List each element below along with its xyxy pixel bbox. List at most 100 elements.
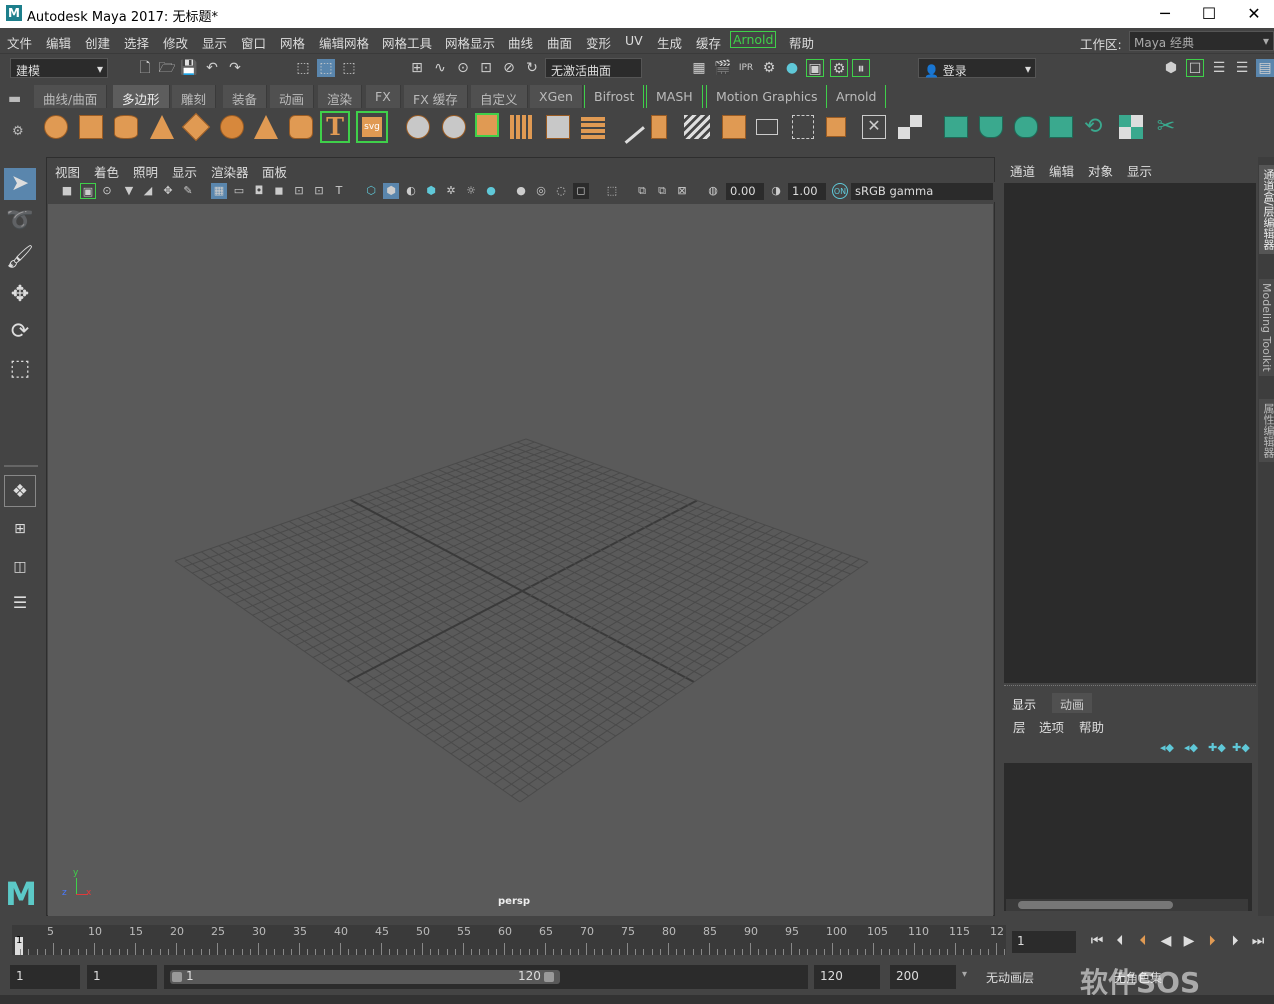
menu-select[interactable]: 选择 (124, 33, 149, 52)
move-tool-icon[interactable]: ✥ (4, 279, 36, 311)
anim-layer-dropdown[interactable]: 无动画层 (980, 965, 1068, 989)
arnold-ipr-icon[interactable]: ⚙ (830, 59, 848, 77)
side-tab-channel-box[interactable]: 通道盒/层编辑器 (1259, 165, 1274, 254)
shelf-tab-rigging[interactable]: 装备 (223, 85, 268, 108)
shelf-tab-fx-cache[interactable]: FX 缓存 (404, 85, 468, 108)
playback-start-field[interactable]: 1 (87, 965, 157, 989)
use-all-lights-icon[interactable]: ✲ (443, 183, 459, 199)
snap-point-icon[interactable]: ⊙ (454, 59, 472, 77)
new-scene-icon[interactable]: 🗋 (136, 59, 154, 77)
separate-icon[interactable] (442, 115, 466, 139)
menu-uv[interactable]: UV (625, 33, 643, 48)
vp-menu-renderer[interactable]: 渲染器 (211, 162, 249, 181)
single-perspective-layout-icon[interactable]: ❖ (4, 475, 36, 507)
workspace-dropdown[interactable]: Maya 经典 ▾ (1129, 31, 1274, 51)
menu-set-dropdown[interactable]: 建模 ▾ (10, 58, 108, 78)
undo-icon[interactable]: ↶ (203, 59, 221, 77)
play-backwards-icon[interactable]: ◀ (1156, 931, 1176, 951)
xray-joints-icon[interactable]: ⧉ (634, 183, 650, 199)
menu-edit-mesh[interactable]: 编辑网格 (319, 33, 369, 52)
uv-planar-icon[interactable] (944, 116, 968, 138)
arnold-render-view-icon[interactable]: ▣ (806, 59, 824, 77)
shelf-menu-icon[interactable]: ▬ (8, 92, 28, 107)
select-tool-icon[interactable]: ➤ (4, 168, 36, 200)
menu-edit[interactable]: 编辑 (46, 33, 71, 52)
splitter-handle[interactable] (1004, 685, 1256, 689)
new-layer-selected-icon[interactable]: ✚◆ (1232, 739, 1250, 757)
safe-action-icon[interactable]: ⊡ (311, 183, 327, 199)
attribute-editor-icon[interactable]: ☰ (1210, 59, 1228, 77)
wireframe-on-shaded-icon[interactable]: ◐ (403, 183, 419, 199)
screen-space-ao-icon[interactable]: ● (483, 183, 499, 199)
layer-hscrollbar[interactable] (1006, 899, 1248, 911)
menu-arnold[interactable]: Arnold (730, 31, 777, 48)
uv-automatic-icon[interactable] (1049, 116, 1073, 138)
uv-checker-icon[interactable] (1119, 115, 1143, 139)
scroll-thumb[interactable] (1018, 901, 1173, 909)
connect-icon[interactable] (792, 115, 814, 139)
poly-pyramid-icon[interactable] (254, 115, 278, 139)
uv-unfold-icon[interactable]: ⟲ (1084, 115, 1108, 139)
tab-display-layers[interactable]: 显示 (1004, 693, 1045, 713)
smooth-icon[interactable] (475, 113, 499, 137)
snap-view-plane-icon[interactable]: ⊡ (477, 59, 495, 77)
view-transform-dropdown[interactable]: sRGB gamma (851, 183, 993, 200)
gate-mask-icon[interactable]: ◼ (271, 183, 287, 199)
paint-select-tool-icon[interactable]: 🖌 (4, 242, 36, 274)
side-tab-modeling-toolkit[interactable]: Modeling Toolkit (1259, 279, 1274, 376)
step-forward-key-icon[interactable]: ⏵ (1202, 931, 1222, 951)
live-surface-field[interactable]: 无激活曲面 (545, 58, 642, 78)
textured-icon[interactable]: ⬢ (423, 183, 439, 199)
cb-menu-object[interactable]: 对象 (1088, 161, 1113, 180)
wireframe-icon[interactable]: ⬡ (363, 183, 379, 199)
depth-of-field-icon[interactable]: ◌ (553, 183, 569, 199)
viewport-3d[interactable]: y x z persp (48, 204, 993, 916)
outliner-layout-icon[interactable]: ☰ (4, 587, 36, 619)
field-chart-icon[interactable]: ⊡ (291, 183, 307, 199)
target-weld-icon[interactable] (756, 119, 778, 135)
poly-cube-icon[interactable] (79, 115, 103, 139)
shelf-tab-rendering[interactable]: 渲染 (318, 85, 363, 108)
play-forwards-icon[interactable]: ▶ (1179, 931, 1199, 951)
range-slider[interactable]: 1 120 (164, 965, 808, 989)
menu-mesh-display[interactable]: 网格显示 (445, 33, 495, 52)
bevel-icon[interactable] (651, 115, 667, 139)
animation-start-field[interactable]: 1 (10, 965, 80, 989)
select-hierarchy-icon[interactable]: ⬚ (294, 59, 312, 77)
shelf-tab-fx[interactable]: FX (366, 85, 401, 108)
current-frame-field[interactable]: 1 (1012, 931, 1076, 953)
multisample-aa-icon[interactable]: ◎ (533, 183, 549, 199)
range-end-handle[interactable] (544, 972, 554, 982)
new-empty-layer-icon[interactable]: ✚◆ (1208, 739, 1226, 757)
rotate-tool-icon[interactable]: ⟳ (4, 316, 36, 348)
combine-icon[interactable] (406, 115, 430, 139)
side-tab-attribute-editor[interactable]: 属性编辑器 (1259, 399, 1274, 462)
range-slider-bar[interactable] (170, 970, 560, 984)
poly-torus-icon[interactable] (220, 115, 244, 139)
crease-icon[interactable]: ✕ (862, 115, 886, 139)
xray-icon[interactable]: ◻ (573, 183, 589, 199)
booleans-icon[interactable] (510, 115, 534, 139)
ipr-render-icon[interactable]: IPR (737, 59, 755, 77)
go-to-end-icon[interactable]: ⏭ (1248, 931, 1268, 951)
cb-menu-show[interactable]: 显示 (1127, 161, 1152, 180)
menu-curves[interactable]: 曲线 (508, 33, 533, 52)
shelf-tab-animation[interactable]: 动画 (270, 85, 315, 108)
vp-menu-shading[interactable]: 着色 (94, 162, 119, 181)
lasso-tool-icon[interactable]: ➰ (4, 205, 36, 237)
menu-cache[interactable]: 缓存 (696, 33, 721, 52)
shelf-tab-poly[interactable]: 多边形 (113, 85, 170, 108)
cb-menu-channels[interactable]: 通道 (1010, 161, 1035, 180)
mirror-icon[interactable] (546, 115, 570, 139)
redo-icon[interactable]: ↷ (226, 59, 244, 77)
grid-toggle-icon[interactable]: ▦ (211, 183, 227, 199)
quad-draw-icon[interactable] (826, 117, 846, 137)
go-to-start-icon[interactable]: ⏮ (1087, 931, 1107, 951)
exposure-field[interactable]: 0.00 (726, 183, 764, 200)
shelf-tab-motion-graphics[interactable]: Motion Graphics (706, 85, 828, 108)
menu-generate[interactable]: 生成 (657, 33, 682, 52)
multi-cut-icon[interactable] (722, 115, 746, 139)
four-view-layout-icon[interactable]: ⊞ (4, 513, 36, 545)
open-scene-icon[interactable]: 🗁 (158, 59, 176, 77)
layer-menu-options[interactable]: 选项 (1039, 717, 1064, 736)
